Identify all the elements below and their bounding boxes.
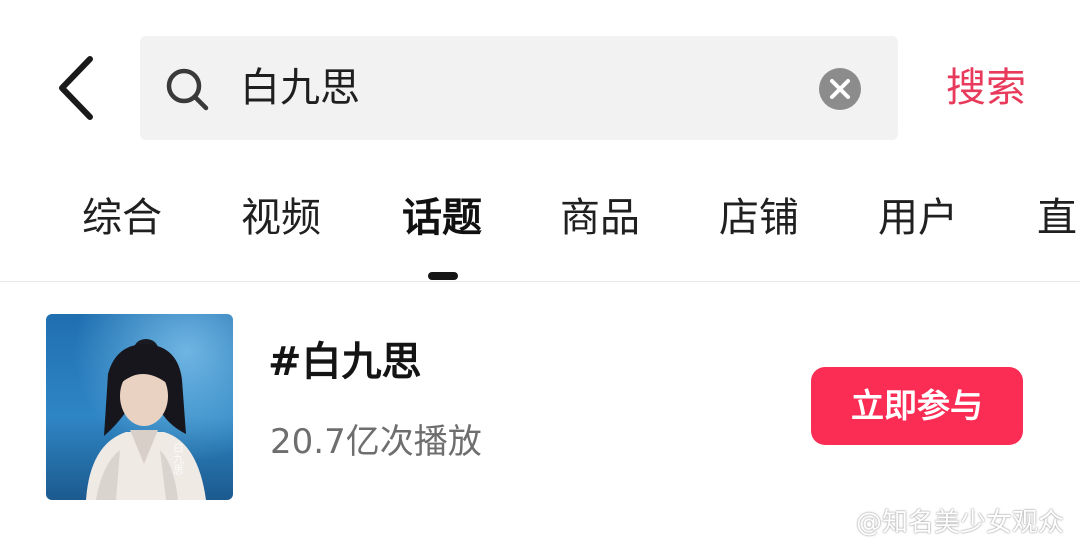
tab-topics[interactable]: 话题 [402, 190, 482, 246]
tab-general[interactable]: 综合 [82, 190, 162, 246]
topic-title[interactable]: #白九思 [268, 334, 422, 390]
topic-cover-image[interactable]: 白九思 [46, 314, 233, 500]
weibo-logo-icon [823, 510, 850, 532]
search-input[interactable]: 白九思 [140, 36, 898, 140]
tab-shops[interactable]: 店铺 [719, 190, 799, 246]
active-tab-indicator [428, 272, 458, 280]
tab-videos[interactable]: 视频 [241, 190, 321, 246]
svg-text:白九思: 白九思 [172, 441, 185, 475]
search-query-text: 白九思 [240, 65, 360, 111]
top-bar: 白九思 搜索 [0, 0, 1080, 170]
category-tabs: 综合 视频 话题 商品 店铺 用户 直 [0, 170, 1080, 280]
watermark-text: @知名美少女观众 [856, 507, 1065, 538]
tab-live[interactable]: 直 [1037, 190, 1077, 246]
watermark: @知名美少女观众 [822, 500, 1064, 540]
back-chevron-icon [59, 56, 93, 120]
search-button[interactable]: 搜索 [946, 58, 1026, 118]
divider [0, 281, 1080, 282]
cover-illustration: 白九思 [46, 314, 233, 500]
tab-products[interactable]: 商品 [560, 190, 640, 246]
tab-users[interactable]: 用户 [878, 190, 958, 246]
topic-result-item[interactable]: 白九思 #白九思 20.7亿次播放 立即参与 [0, 300, 1080, 520]
search-icon [166, 68, 209, 111]
back-button[interactable] [52, 55, 102, 121]
join-now-button[interactable]: 立即参与 [811, 367, 1023, 445]
clear-icon[interactable] [818, 67, 862, 111]
topic-play-count: 20.7亿次播放 [270, 422, 482, 462]
